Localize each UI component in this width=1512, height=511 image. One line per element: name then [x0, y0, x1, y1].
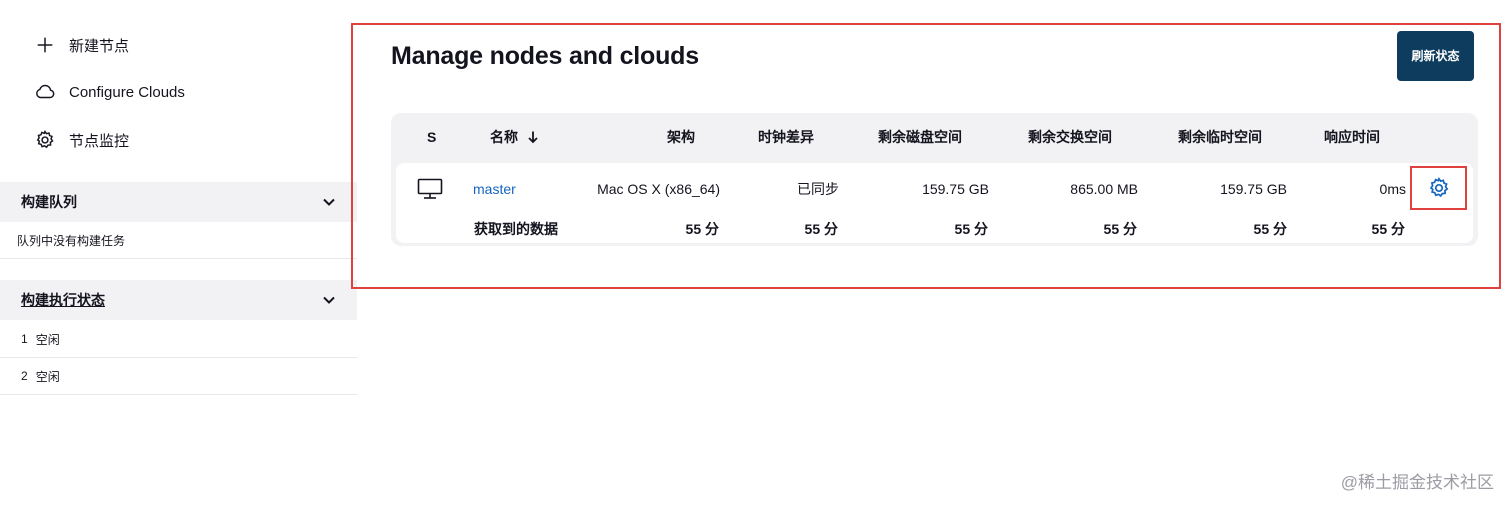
col-name-header[interactable]: 名称	[490, 117, 540, 157]
node-settings-button[interactable]	[1410, 166, 1467, 210]
footer-arch: 55 分	[685, 221, 719, 237]
col-name-label: 名称	[490, 129, 518, 145]
build-queue-empty: 队列中没有构建任务	[0, 222, 357, 259]
executor-row: 1 空闲	[0, 321, 357, 358]
col-disk-header[interactable]: 剩余磁盘空间	[840, 117, 962, 157]
plus-icon	[33, 33, 57, 57]
configure-clouds-link[interactable]: Configure Clouds	[33, 80, 185, 104]
build-queue-header[interactable]: 构建队列	[0, 182, 357, 222]
computer-icon	[417, 163, 443, 215]
node-monitoring-label: 节点监控	[69, 132, 130, 150]
cell-swap-space: 865.00 MB	[1070, 181, 1138, 197]
executor-state: 空闲	[35, 369, 60, 384]
build-queue-title: 构建队列	[21, 194, 77, 210]
executor-number: 1	[21, 332, 28, 346]
chevron-down-icon[interactable]	[322, 293, 336, 307]
footer-label: 获取到的数据	[474, 221, 558, 237]
cloud-icon	[33, 80, 57, 104]
cell-response-time: 0ms	[1379, 181, 1406, 197]
col-swap-header[interactable]: 剩余交换空间	[990, 117, 1112, 157]
col-arch-header[interactable]: 架构	[600, 117, 695, 157]
node-master-link[interactable]: master	[473, 181, 516, 197]
gear-icon	[33, 128, 57, 152]
sort-arrow-down-icon	[526, 130, 540, 144]
executor-status-title[interactable]: 构建执行状态	[21, 290, 105, 310]
new-node-link[interactable]: 新建节点	[33, 33, 129, 57]
cell-clock-diff: 已同步	[797, 181, 839, 197]
new-node-label: 新建节点	[69, 37, 130, 55]
node-name-link[interactable]: master	[473, 163, 516, 215]
footer-response-time: 55 分	[1371, 221, 1405, 237]
executor-status-header[interactable]: 构建执行状态	[0, 280, 357, 320]
col-clock-header[interactable]: 时钟差异	[720, 117, 814, 157]
cell-disk-space: 159.75 GB	[922, 181, 989, 197]
footer-disk-space: 55 分	[954, 221, 988, 237]
node-monitoring-link[interactable]: 节点监控	[33, 128, 129, 152]
gear-icon	[1429, 177, 1448, 198]
chevron-down-icon[interactable]	[322, 195, 336, 209]
cell-temp-space: 159.75 GB	[1220, 181, 1287, 197]
footer-temp-space: 55 分	[1253, 221, 1287, 237]
footer-clock-diff: 55 分	[804, 221, 838, 237]
executor-row: 2 空闲	[0, 358, 357, 395]
watermark: @稀土掘金技术社区	[1340, 473, 1494, 492]
footer-swap-space: 55 分	[1103, 221, 1137, 237]
configure-clouds-label: Configure Clouds	[69, 83, 185, 101]
executor-state: 空闲	[35, 332, 60, 347]
col-temp-header[interactable]: 剩余临时空间	[1140, 117, 1262, 157]
refresh-status-button[interactable]: 刷新状态	[1397, 31, 1474, 81]
cell-arch: Mac OS X (x86_64)	[597, 181, 720, 197]
col-status-header[interactable]: S	[427, 117, 436, 157]
page-title: Manage nodes and clouds	[391, 42, 699, 70]
executor-number: 2	[21, 369, 28, 383]
col-response-header[interactable]: 响应时间	[1290, 117, 1380, 157]
